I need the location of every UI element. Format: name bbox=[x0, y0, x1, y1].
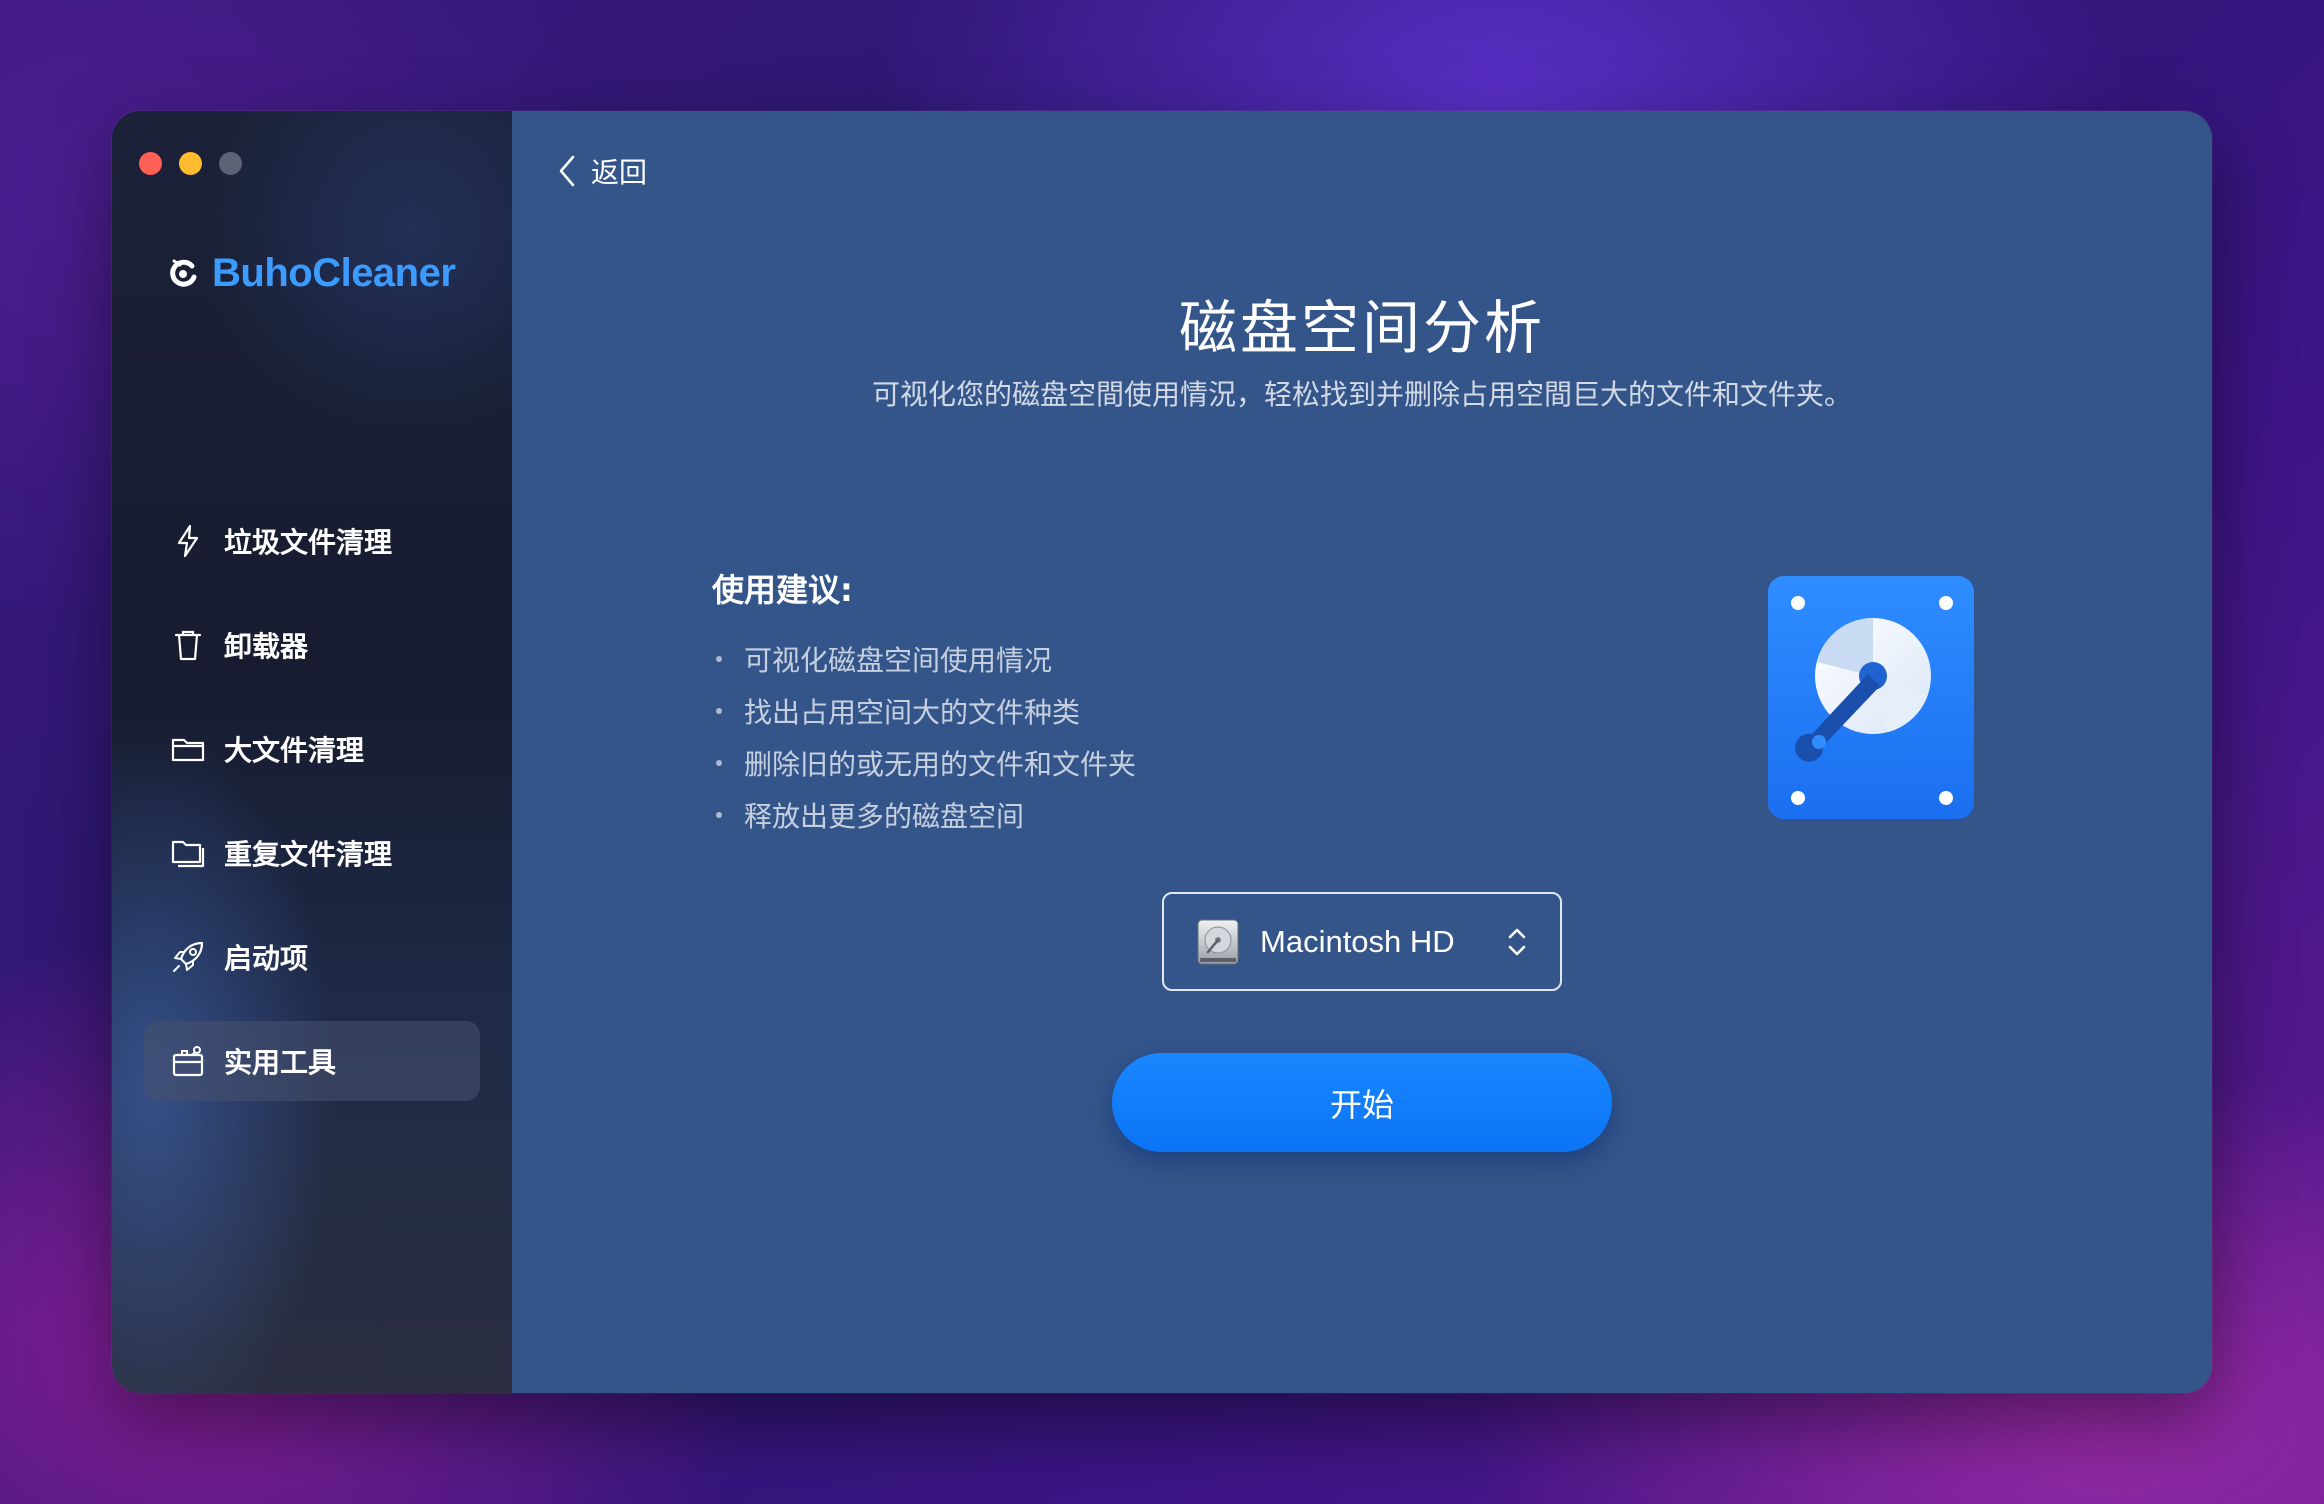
app-name: BuhoCleaner bbox=[212, 251, 456, 295]
minimize-window-button[interactable] bbox=[179, 152, 202, 175]
folder-icon bbox=[171, 738, 205, 762]
sidebar: BuhoCleaner 垃圾文件清理 卸载器 大文件清理 重复文件清理 启动项 … bbox=[112, 111, 512, 1393]
back-button[interactable]: 返回 bbox=[557, 151, 647, 191]
rocket-icon bbox=[173, 941, 204, 972]
list-item: 删除旧的或无用的文件和文件夹 bbox=[712, 737, 1136, 789]
hard-drive-icon bbox=[1197, 919, 1239, 964]
list-item: 找出占用空间大的文件种类 bbox=[712, 685, 1136, 737]
app-brand: BuhoCleaner bbox=[166, 251, 456, 296]
advice-title: 使用建议: bbox=[712, 571, 853, 609]
advice-list: 可视化磁盘空间使用情况 找出占用空间大的文件种类 删除旧的或无用的文件和文件夹 … bbox=[712, 633, 1136, 841]
page-title: 磁盘空间分析 bbox=[1178, 294, 1545, 362]
usage-advice: 使用建议: 可视化磁盘空间使用情况 找出占用空间大的文件种类 删除旧的或无用的文… bbox=[712, 565, 1136, 841]
back-label: 返回 bbox=[591, 156, 648, 189]
sidebar-item-large-files[interactable]: 大文件清理 bbox=[144, 709, 480, 789]
sidebar-item-label: 大文件清理 bbox=[224, 734, 365, 767]
sidebar-item-label: 实用工具 bbox=[224, 1046, 337, 1079]
disk-analysis-illustration-icon bbox=[1768, 576, 1974, 819]
trash-icon bbox=[174, 630, 202, 661]
bullet-icon bbox=[716, 656, 722, 662]
window-controls bbox=[139, 152, 242, 175]
volume-selected-value: Macintosh HD bbox=[1260, 923, 1455, 959]
bullet-icon bbox=[716, 760, 722, 766]
page-subtitle: 可视化您的磁盘空間使用情況，轻松找到并删除占用空間巨大的文件和文件夹。 bbox=[871, 378, 1852, 411]
start-button[interactable]: 开始 bbox=[1112, 1053, 1612, 1152]
list-item: 释放出更多的磁盘空间 bbox=[712, 789, 1136, 841]
lightning-icon bbox=[177, 524, 199, 558]
volume-dropdown[interactable]: Macintosh HD bbox=[1162, 892, 1562, 991]
duplicate-folder-icon bbox=[171, 840, 205, 868]
sidebar-item-duplicates[interactable]: 重复文件清理 bbox=[144, 813, 480, 893]
toolbox-icon bbox=[172, 1046, 204, 1077]
close-window-button[interactable] bbox=[139, 152, 162, 175]
advice-item-text: 释放出更多的磁盘空间 bbox=[744, 800, 1025, 833]
chevron-left-icon bbox=[559, 155, 575, 187]
sidebar-item-label: 重复文件清理 bbox=[224, 838, 393, 871]
main-content: 返回 磁盘空间分析 可视化您的磁盘空間使用情況，轻松找到并删除占用空間巨大的文件… bbox=[512, 111, 2212, 1393]
bullet-icon bbox=[716, 812, 722, 818]
sidebar-item-label: 卸载器 bbox=[224, 630, 309, 663]
advice-item-text: 找出占用空间大的文件种类 bbox=[744, 696, 1081, 729]
sidebar-item-junk-cleanup[interactable]: 垃圾文件清理 bbox=[144, 501, 480, 581]
list-item: 可视化磁盘空间使用情况 bbox=[712, 633, 1136, 685]
sidebar-item-tools[interactable]: 实用工具 bbox=[144, 1021, 480, 1101]
app-window: BuhoCleaner 垃圾文件清理 卸载器 大文件清理 重复文件清理 启动项 … bbox=[112, 111, 2212, 1393]
sidebar-item-uninstaller[interactable]: 卸载器 bbox=[144, 605, 480, 685]
sidebar-item-startup[interactable]: 启动项 bbox=[144, 917, 480, 997]
zoom-window-button[interactable] bbox=[219, 152, 242, 175]
sidebar-item-label: 启动项 bbox=[224, 942, 309, 975]
advice-item-text: 可视化磁盘空间使用情况 bbox=[744, 644, 1053, 677]
chevron-up-down-icon bbox=[1508, 928, 1526, 955]
advice-item-text: 删除旧的或无用的文件和文件夹 bbox=[744, 748, 1137, 781]
sidebar-item-label: 垃圾文件清理 bbox=[224, 526, 393, 559]
bullet-icon bbox=[716, 708, 722, 714]
sidebar-nav: 垃圾文件清理 卸载器 大文件清理 重复文件清理 启动项 实用工具 bbox=[144, 501, 480, 1125]
buhocleaner-logo-icon bbox=[170, 259, 197, 287]
